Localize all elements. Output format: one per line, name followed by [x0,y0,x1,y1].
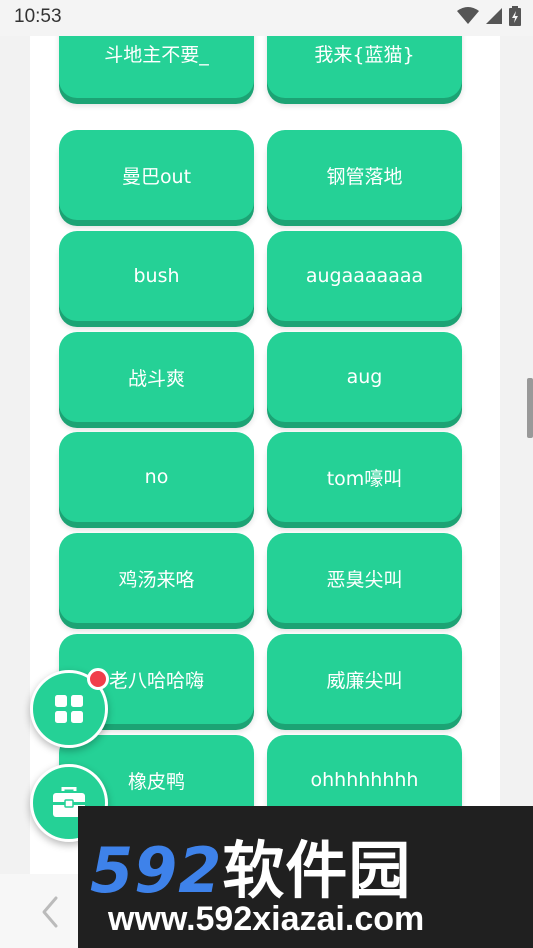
watermark-brand: 软件园 [222,834,412,907]
notification-badge [87,668,109,690]
sound-button[interactable]: 曼巴out [59,130,254,220]
sound-button[interactable]: 我来{蓝猫} [267,36,462,98]
watermark-number: 592 [90,834,223,907]
sound-button[interactable]: 战斗爽 [59,332,254,422]
watermark-banner: 592软件园 www.592xiazai.com [78,806,533,948]
sound-button[interactable]: tom嚎叫 [267,432,462,522]
sound-button[interactable]: 鸡汤来咯 [59,533,254,623]
sound-button[interactable]: aug [267,332,462,422]
sound-button[interactable]: 威廉尖叫 [267,634,462,724]
battery-icon [509,6,521,26]
scrollbar[interactable] [527,378,533,438]
status-bar: 10:53 [0,0,533,36]
sound-button[interactable]: no [59,432,254,522]
watermark-url: www.592xiazai.com [108,900,425,938]
grid-apps-icon [55,695,83,723]
wifi-icon [457,7,479,24]
status-time: 10:53 [14,6,62,27]
sound-button[interactable]: 钢管落地 [267,130,462,220]
sound-board: 斗地主不要_ 我来{蓝猫} 曼巴out 钢管落地 bush augaaaaaaa… [30,36,500,874]
watermark-logo: 592软件园 [90,820,411,910]
sound-button[interactable]: 恶臭尖叫 [267,533,462,623]
status-icons [457,6,521,26]
sound-button[interactable]: 斗地主不要_ [59,36,254,98]
sound-button[interactable]: augaaaaaaa [267,231,462,321]
back-arrow-icon[interactable] [38,894,62,930]
signal-icon [486,8,502,24]
sound-button[interactable]: bush [59,231,254,321]
